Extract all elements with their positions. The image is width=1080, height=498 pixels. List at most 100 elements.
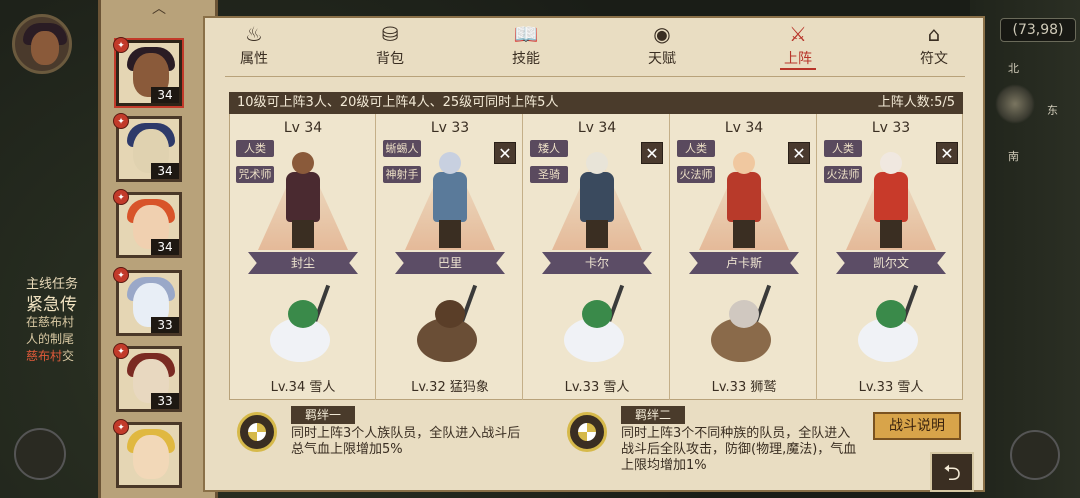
hero-sprite xyxy=(866,152,916,248)
hero-level: Lv 33 xyxy=(430,120,470,136)
battle-info-button[interactable]: 战斗说明 xyxy=(873,412,961,440)
compass-south: 南 xyxy=(1008,150,1019,163)
pet-sprite xyxy=(848,284,934,370)
portrait-level: 33 xyxy=(151,317,179,333)
tab-eye[interactable]: ◉ 天赋 xyxy=(617,22,707,72)
hero-sprite xyxy=(278,152,328,248)
class-tag: 神射手 xyxy=(383,166,421,183)
party-portrait[interactable]: ✦ 34 xyxy=(113,37,182,106)
lineup-rule: 10级可上阵3人、20级可上阵4人、25级可同时上阵5人 xyxy=(237,95,559,110)
pet-sprite xyxy=(407,284,493,370)
class-badge-icon: ✦ xyxy=(113,113,129,129)
class-badge-icon: ✦ xyxy=(113,343,129,359)
class-badge-icon: ✦ xyxy=(113,267,129,283)
hero-level: Lv 34 xyxy=(724,120,764,136)
portrait-face xyxy=(133,435,169,479)
class-tag: 火法师 xyxy=(677,166,715,183)
remove-hero-button[interactable]: ✕ xyxy=(788,142,810,164)
compass-rose-icon xyxy=(995,84,1035,124)
lineup-card[interactable]: Lv 34 人类 火法师 ✕ 卢卡斯 Lv.33 狮鹫 xyxy=(671,114,817,400)
tab-label: 上阵 xyxy=(780,48,816,70)
bond-title: 羁绊二 xyxy=(621,406,686,424)
tab-label: 属性 xyxy=(240,51,268,67)
quest-line: 在慈布村 xyxy=(26,315,75,329)
tab-label: 天赋 xyxy=(648,51,676,67)
remove-hero-button[interactable]: ✕ xyxy=(494,142,516,164)
remove-hero-button[interactable]: ✕ xyxy=(641,142,663,164)
pet-name: Lv.34 雪人 xyxy=(270,380,336,395)
class-badge-icon: ✦ xyxy=(113,419,129,435)
party-portrait[interactable]: ✦ 34 xyxy=(113,189,182,258)
lineup-cards: Lv 34 人类 咒术师 封尘 Lv.34 雪人 Lv 33 蜥蜴人 神射手 ✕ 巴里 Lv.32 … xyxy=(229,114,963,400)
class-badge-icon: ✦ xyxy=(113,189,129,205)
lineup-card[interactable]: Lv 34 矮人 圣骑 ✕ 卡尔 Lv.33 雪人 xyxy=(524,114,670,400)
lineup-card[interactable]: Lv 34 人类 咒术师 封尘 Lv.34 雪人 xyxy=(230,114,376,400)
lineup-info-bar: 10级可上阵3人、20级可上阵4人、25级可同时上阵5人 上阵人数:5/5 xyxy=(229,92,963,114)
compass: 北 东 南 xyxy=(985,60,1058,170)
quest-location: 慈布村 xyxy=(26,349,63,363)
portrait-level: 34 xyxy=(151,163,179,179)
bond-two: 羁绊二 同时上阵3个不同种族的队员，全队进入 战斗后全队攻击，防御(物理,魔法)… xyxy=(567,406,867,478)
race-tag: 人类 xyxy=(824,140,862,157)
right-action-button[interactable] xyxy=(1010,430,1060,480)
hero-name: 卡尔 xyxy=(542,252,652,274)
backpack-icon: ⛁ xyxy=(381,22,399,46)
pet-sprite xyxy=(260,284,346,370)
eye-icon: ◉ xyxy=(653,22,671,46)
bond-description: 同时上阵3个人族队员，全队进入战斗后 总气血上限增加5% xyxy=(291,426,521,457)
compass-north: 北 xyxy=(1008,62,1019,75)
remove-hero-button[interactable]: ✕ xyxy=(936,142,958,164)
hero-sprite xyxy=(425,152,475,248)
pet-sprite xyxy=(701,284,787,370)
tab-crossed-swords[interactable]: ⚔ 上阵 xyxy=(753,22,843,72)
tab-book[interactable]: 📖 技能 xyxy=(481,22,571,72)
rune-icon: ⌂ xyxy=(927,22,941,46)
hero-sprite xyxy=(572,152,622,248)
lineup-card[interactable]: Lv 33 人类火法师 ✕ 凯尔文 Lv.33 雪人 xyxy=(818,114,964,400)
avatar-face xyxy=(31,31,59,65)
hero-name: 封尘 xyxy=(248,252,358,274)
map-coordinates: (73,98) xyxy=(1000,18,1076,42)
divider xyxy=(225,76,965,77)
character-panel: ♨ 属性 ⛁ 背包 📖 技能 ◉ 天赋 ⚔ 上阵 ⌂ 符文 10级可上阵3人、20级可上阵4人、25级… xyxy=(203,16,985,492)
hero-level: Lv 34 xyxy=(577,120,617,136)
hero-level: Lv 34 xyxy=(283,120,323,136)
chevron-up-icon[interactable]: ︿ xyxy=(148,2,170,16)
party-portrait[interactable]: ✦ 34 xyxy=(113,113,182,182)
bond-title: 羁绊一 xyxy=(291,406,356,424)
left-action-button[interactable] xyxy=(14,428,66,480)
main-quest-tracker[interactable]: 主线任务 紧急传 在慈布村 人的制尾 慈布村交 xyxy=(26,276,106,365)
lineup-card[interactable]: Lv 33 蜥蜴人 神射手 ✕ 巴里 Lv.32 猛犸象 xyxy=(377,114,523,400)
quest-line: 慈布村交 xyxy=(26,349,75,363)
bond-icon xyxy=(237,412,277,452)
flame-icon: ♨ xyxy=(245,22,263,46)
hero-name: 巴里 xyxy=(395,252,505,274)
hero-level: Lv 33 xyxy=(871,120,911,136)
tab-label: 符文 xyxy=(920,51,948,67)
class-badge-icon: ✦ xyxy=(113,37,129,53)
pet-sprite xyxy=(554,284,640,370)
hero-name: 卢卡斯 xyxy=(689,252,799,274)
hero-name: 凯尔文 xyxy=(836,252,946,274)
tab-backpack[interactable]: ⛁ 背包 xyxy=(345,22,435,72)
class-tag: 圣骑 xyxy=(530,166,568,183)
quest-line: 人的制尾 xyxy=(26,332,75,346)
party-portrait[interactable]: ✦ xyxy=(113,419,182,488)
back-arrow-icon[interactable]: ⮌ xyxy=(930,452,974,492)
portrait-level: 34 xyxy=(151,239,179,255)
book-icon: 📖 xyxy=(513,22,539,46)
crossed-swords-icon: ⚔ xyxy=(789,22,807,46)
hero-sprite xyxy=(719,152,769,248)
tab-rune[interactable]: ⌂ 符文 xyxy=(889,22,979,72)
portrait-level: 33 xyxy=(151,393,179,409)
player-avatar[interactable] xyxy=(12,14,72,74)
portrait-level: 34 xyxy=(151,87,179,103)
quest-title: 主线任务 xyxy=(26,277,79,292)
party-portrait[interactable]: ✦ 33 xyxy=(113,267,182,336)
race-tag: 蜥蜴人 xyxy=(383,140,421,157)
quest-heading: 紧急传 xyxy=(26,295,77,315)
class-tag: 火法师 xyxy=(824,166,862,183)
party-portrait[interactable]: ✦ 33 xyxy=(113,343,182,412)
pet-name: Lv.33 雪人 xyxy=(858,380,924,395)
tab-flame[interactable]: ♨ 属性 xyxy=(209,22,299,72)
